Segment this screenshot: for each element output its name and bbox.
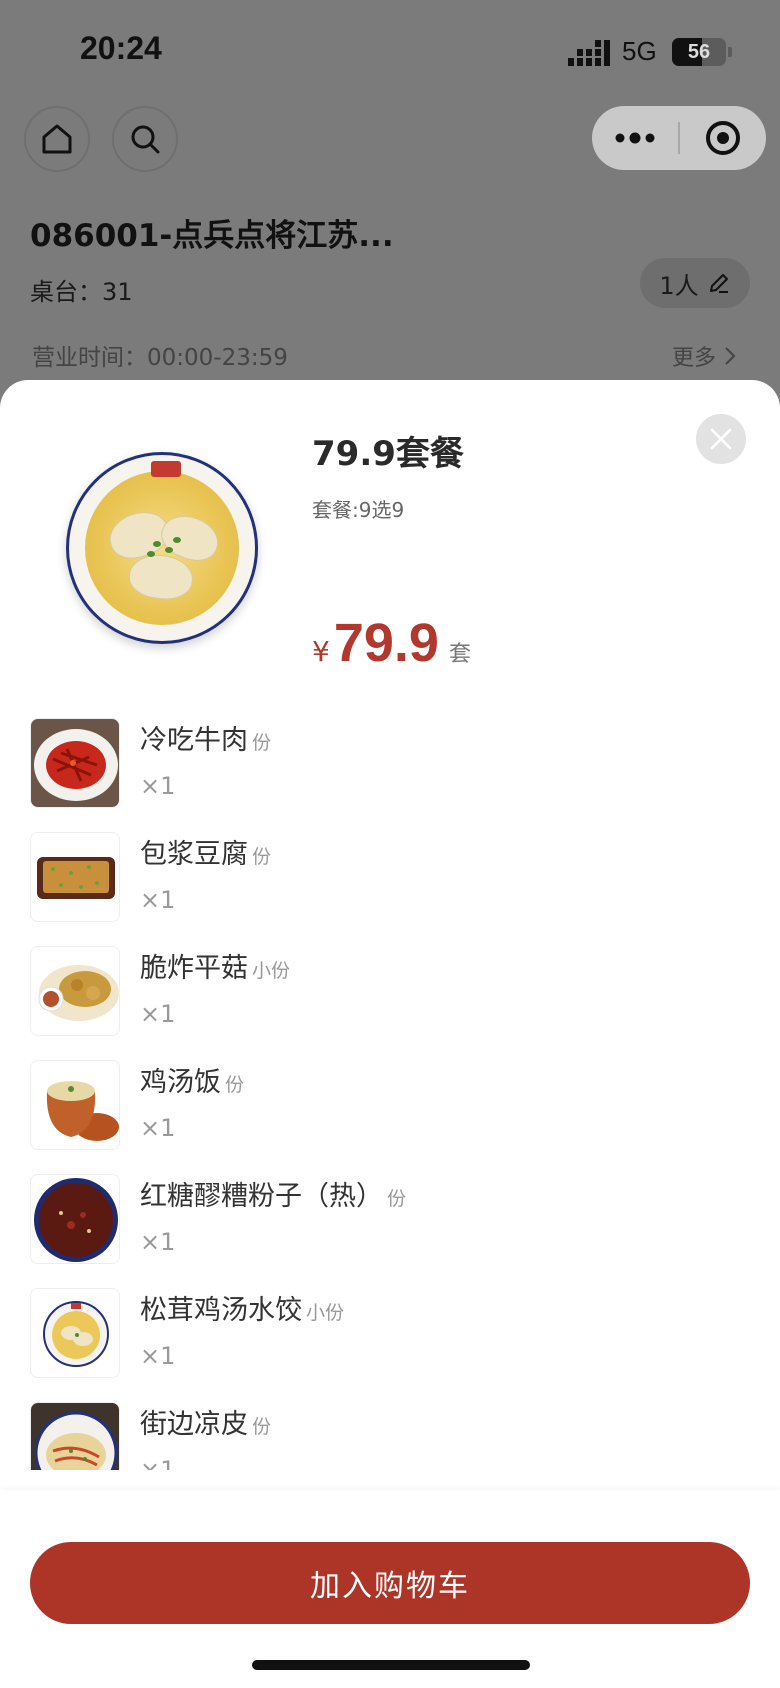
item-name-row: 脆炸平菇 小份 <box>140 946 290 985</box>
more-link-label: 更多 <box>672 346 717 371</box>
plate-logo <box>151 461 181 477</box>
item-quantity: ×1 <box>140 1342 176 1370</box>
item-quantity: ×1 <box>140 1000 176 1028</box>
more-link[interactable]: 更多 <box>672 340 736 372</box>
background-page: 20:24 5G 56 086001-点兵点将江苏... 桌台：31 1人 营业… <box>0 0 780 400</box>
list-item: 街边凉皮份 ×1 <box>0 1400 780 1470</box>
store-name: 086001-点兵点将江苏... <box>30 218 394 254</box>
edit-icon <box>709 274 728 293</box>
search-button[interactable] <box>112 106 178 172</box>
more-button[interactable] <box>592 106 678 170</box>
search-icon <box>131 125 160 154</box>
item-name-row: 街边凉皮份 <box>140 1402 271 1441</box>
item-unit: 小份 <box>306 1302 345 1324</box>
more-dots-icon <box>615 132 655 144</box>
package-title: 79.9套餐 <box>312 434 464 474</box>
list-item: 松茸鸡汤水饺 小份 ×1 <box>0 1286 780 1400</box>
item-name-row: 包浆豆腐份 <box>140 832 271 871</box>
item-thumbnail <box>30 946 120 1036</box>
item-name-row: 鸡汤饭份 <box>140 1060 244 1099</box>
close-icon <box>710 428 732 450</box>
item-quantity: ×1 <box>140 1456 176 1470</box>
item-name: 脆炸平菇 <box>140 953 248 984</box>
chevron-right-icon <box>725 347 736 365</box>
battery-tip <box>728 47 732 57</box>
item-unit: 份 <box>252 846 272 868</box>
people-count-button[interactable]: 1人 <box>640 258 750 308</box>
item-thumbnail <box>30 832 120 922</box>
item-unit: 份 <box>252 1416 272 1438</box>
miniapp-capsule <box>592 106 766 170</box>
item-name: 鸡汤饭 <box>140 1067 221 1098</box>
network-type: 5G <box>622 36 657 66</box>
item-thumbnail <box>30 1174 120 1264</box>
table-number: 桌台：31 <box>30 278 133 306</box>
price-unit: 套 <box>448 642 471 667</box>
item-quantity: ×1 <box>140 1228 176 1256</box>
item-name-row: 松茸鸡汤水饺 小份 <box>140 1288 344 1327</box>
item-unit: 份 <box>252 732 272 754</box>
package-image <box>66 452 258 644</box>
item-thumbnail <box>30 1402 120 1470</box>
business-hours: 营业时间：00:00-23:59 <box>32 345 288 371</box>
battery-percent: 56 <box>687 41 711 63</box>
add-to-cart-button[interactable]: 加入购物车 <box>30 1542 750 1624</box>
close-miniapp-button[interactable] <box>680 106 766 170</box>
home-icon <box>42 124 72 154</box>
item-name: 冷吃牛肉 <box>140 725 248 756</box>
item-unit: 份 <box>225 1074 245 1096</box>
item-name: 街边凉皮 <box>140 1409 248 1440</box>
list-item: 脆炸平菇 小份 ×1 <box>0 944 780 1058</box>
item-thumbnail <box>30 1288 120 1378</box>
item-quantity: ×1 <box>140 772 176 800</box>
status-bar: 20:24 5G 56 <box>0 0 780 104</box>
item-unit: 小份 <box>252 960 291 982</box>
package-price: ¥ 79.9 套 <box>312 612 471 674</box>
item-name: 松茸鸡汤水饺 <box>140 1295 302 1326</box>
status-time: 20:24 <box>80 30 162 66</box>
list-item: 红糖醪糟粉子（热）份 ×1 <box>0 1172 780 1286</box>
list-item: 包浆豆腐份 ×1 <box>0 830 780 944</box>
list-item: 鸡汤饭份 ×1 <box>0 1058 780 1172</box>
battery-icon: 56 <box>672 38 726 66</box>
people-count: 1人 <box>659 271 699 300</box>
item-thumbnail <box>30 718 120 808</box>
item-quantity: ×1 <box>140 1114 176 1142</box>
package-item-list[interactable]: 冷吃牛肉份 ×1 包浆豆腐份 ×1 脆炸平菇 小份 ×1 鸡汤饭 份 ×1 红糖… <box>0 716 780 1470</box>
list-item: 冷吃牛肉份 ×1 <box>0 716 780 830</box>
signal-icon <box>568 40 610 66</box>
item-unit: 份 <box>387 1188 407 1210</box>
item-name-row: 红糖醪糟粉子（热）份 <box>140 1174 406 1213</box>
item-name: 包浆豆腐 <box>140 839 248 870</box>
item-name: 红糖醪糟粉子（热） <box>140 1181 383 1212</box>
package-subtitle: 套餐:9选9 <box>312 498 405 522</box>
item-thumbnail <box>30 1060 120 1150</box>
target-icon <box>706 121 740 155</box>
price-value: 79.9 <box>333 613 439 673</box>
home-button[interactable] <box>24 106 90 172</box>
close-sheet-button[interactable] <box>696 414 746 464</box>
item-name-row: 冷吃牛肉份 <box>140 718 271 757</box>
item-quantity: ×1 <box>140 886 176 914</box>
home-indicator[interactable] <box>252 1660 530 1670</box>
price-currency: ¥ <box>312 635 330 668</box>
